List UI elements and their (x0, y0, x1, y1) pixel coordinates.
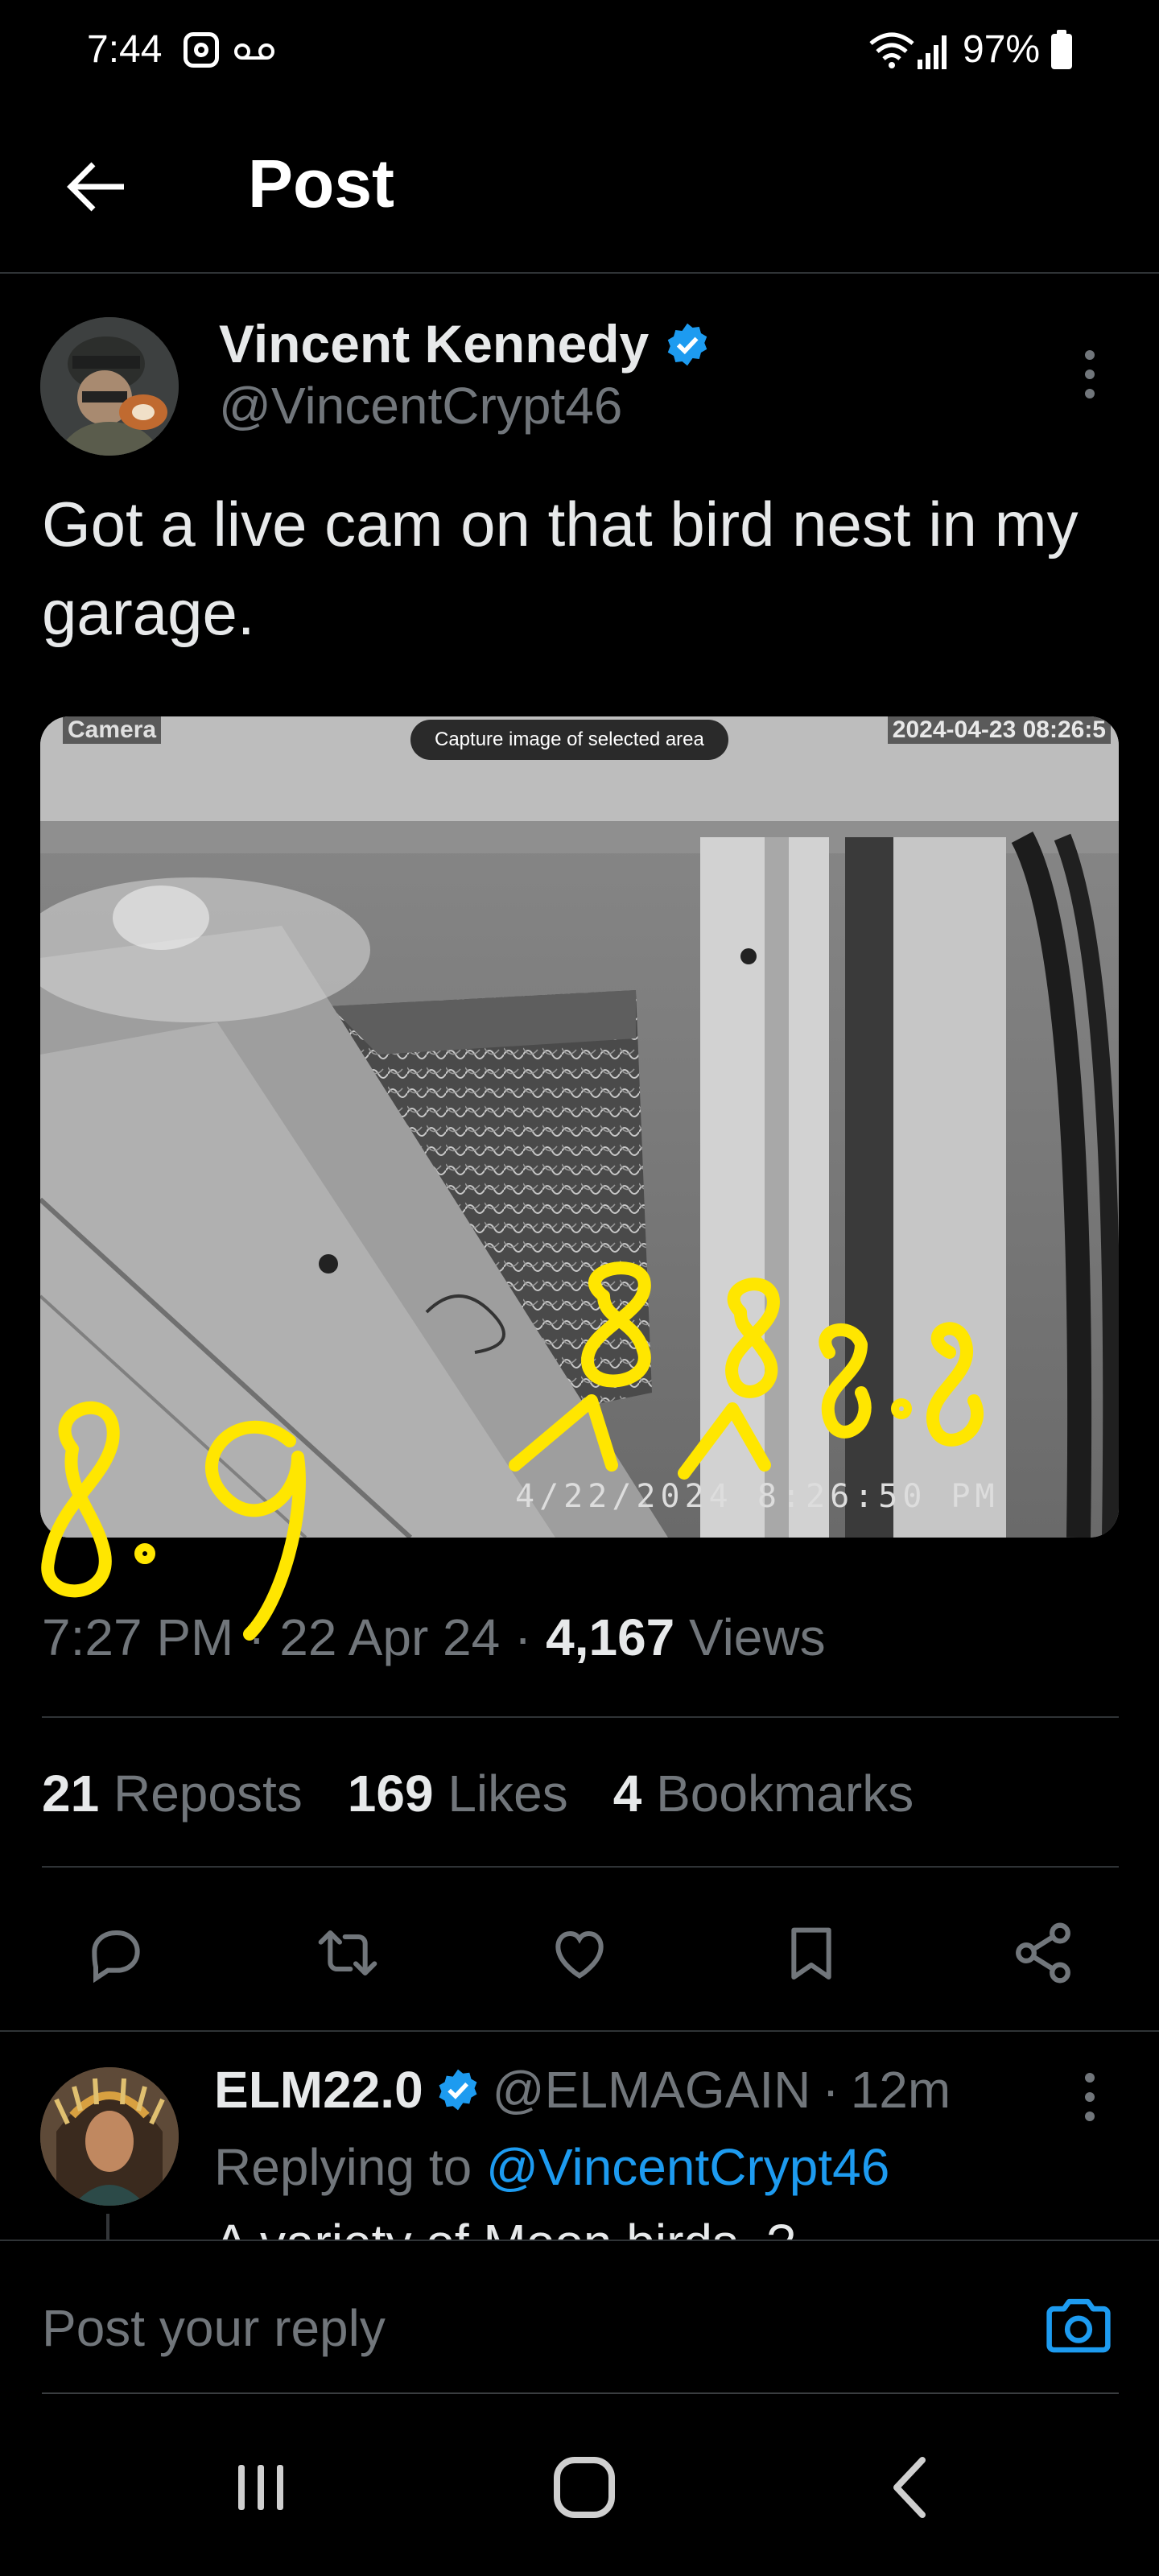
reply-input[interactable]: Post your reply (42, 2297, 386, 2359)
more-options-button[interactable] (1072, 338, 1107, 411)
views-count[interactable]: 4,167 (546, 1608, 674, 1666)
dot (1085, 350, 1095, 360)
likes-label: Likes (448, 1765, 568, 1823)
section-divider (0, 2030, 1159, 2032)
system-nav-bar (0, 2399, 1159, 2576)
post-text: Got a live cam on that bird nest in my g… (42, 489, 1079, 648)
reply-author-avatar[interactable] (40, 2067, 179, 2206)
dot (1085, 2112, 1095, 2121)
repost-icon (318, 1930, 377, 1975)
post-actions (0, 1900, 1159, 2004)
status-time: 7:44 (87, 28, 163, 71)
recents-icon (238, 2465, 283, 2510)
separator: · (514, 1608, 532, 1666)
reply-header: ELM22.0 @ELMAGAIN · 12m (214, 2059, 951, 2121)
post-date: 22 Apr 24 (279, 1608, 501, 1666)
likes-count: 169 (347, 1765, 434, 1823)
verified-badge-icon (668, 323, 707, 365)
reply-author-name[interactable]: ELM22.0 (214, 2059, 423, 2121)
reply-composer: Post your reply (0, 2240, 1159, 2394)
dot (1085, 369, 1095, 379)
separator: · (248, 1608, 266, 1666)
page-title: Post (248, 146, 395, 221)
camera-timestamp-bottom: 4/22/2024 8:26:50 PM (515, 1478, 1000, 1515)
replying-to: Replying to @VincentCrypt46 (214, 2136, 889, 2198)
home-icon (554, 2457, 615, 2518)
avatar-image (40, 2067, 179, 2206)
reposts-count: 21 (42, 1765, 100, 1823)
recents-button[interactable] (204, 2439, 317, 2536)
repost-button[interactable] (307, 1913, 388, 1993)
share-icon (1016, 1922, 1070, 1984)
voicemail-icon (234, 43, 274, 60)
author-avatar[interactable] (40, 317, 179, 456)
status-bar: 7:44 97% (0, 0, 1159, 105)
bird-nest-camera-image (40, 716, 1119, 1538)
post-meta: 7:27 PM · 22 Apr 24 · 4,167 Views (42, 1607, 826, 1669)
replying-to-handle-link[interactable]: @VincentCrypt46 (486, 2138, 889, 2196)
reply-time: 12m (850, 2061, 951, 2119)
verified-badge-icon (439, 2070, 477, 2111)
divider (42, 1866, 1119, 1868)
avatar-image (40, 317, 179, 456)
camera-timestamp-top: 2024-04-23 08:26:5 (887, 716, 1111, 744)
bookmarks-stat[interactable]: 4 Bookmarks (613, 1763, 914, 1825)
battery-icon (1051, 30, 1072, 69)
author-name[interactable]: Vincent Kennedy (219, 312, 649, 376)
top-bar: Post (0, 121, 1159, 274)
author-handle[interactable]: @VincentCrypt46 (219, 375, 622, 437)
dot (1085, 389, 1095, 398)
dot (1085, 2092, 1095, 2102)
share-button[interactable] (1003, 1913, 1083, 1993)
likes-stat[interactable]: 169 Likes (348, 1763, 568, 1825)
like-button[interactable] (539, 1913, 620, 1993)
reposts-label: Reposts (113, 1765, 303, 1823)
like-icon (555, 1930, 604, 1979)
composer-underline (42, 2392, 1119, 2394)
reposts-stat[interactable]: 21 Reposts (42, 1763, 303, 1825)
post-media[interactable]: Camera Capture image of selected area 20… (40, 716, 1119, 1538)
bookmark-icon (791, 1927, 831, 1979)
post-stats: 21 Reposts 169 Likes 4 Bookmarks (42, 1763, 914, 1825)
wifi-icon (869, 32, 914, 68)
back-icon (893, 2457, 926, 2518)
instagram-icon (184, 32, 219, 68)
reply-icon (92, 1930, 140, 1984)
divider (42, 1716, 1119, 1718)
reply-more-options-button[interactable] (1072, 2061, 1107, 2133)
battery-percent: 97% (963, 28, 1041, 71)
bookmarks-label: Bookmarks (656, 1765, 914, 1823)
author-name-row[interactable]: Vincent Kennedy (219, 312, 711, 376)
reply-author-handle[interactable]: @ELMAGAIN (493, 2059, 811, 2121)
system-back-button[interactable] (853, 2439, 966, 2536)
camera-button[interactable] (1038, 2286, 1119, 2367)
dot (1085, 2073, 1095, 2083)
bookmark-button[interactable] (771, 1913, 852, 1993)
signal-icon (918, 35, 947, 69)
camera-label: Camera (63, 716, 162, 744)
views-label[interactable]: Views (689, 1608, 826, 1666)
reply-button[interactable] (76, 1913, 156, 1993)
bookmarks-count: 4 (612, 1765, 642, 1823)
replying-prefix: Replying to (214, 2138, 472, 2196)
capture-area-button: Capture image of selected area (410, 720, 728, 760)
arrow-left-icon (67, 162, 124, 212)
separator: · (822, 2061, 839, 2119)
home-button[interactable] (528, 2439, 641, 2536)
post-time: 7:27 PM (42, 1608, 234, 1666)
camera-icon (1046, 2298, 1111, 2353)
back-button[interactable] (56, 147, 137, 227)
screen: 7:44 97% Post Vincent Kennedy @VincentCr… (0, 0, 1159, 2576)
